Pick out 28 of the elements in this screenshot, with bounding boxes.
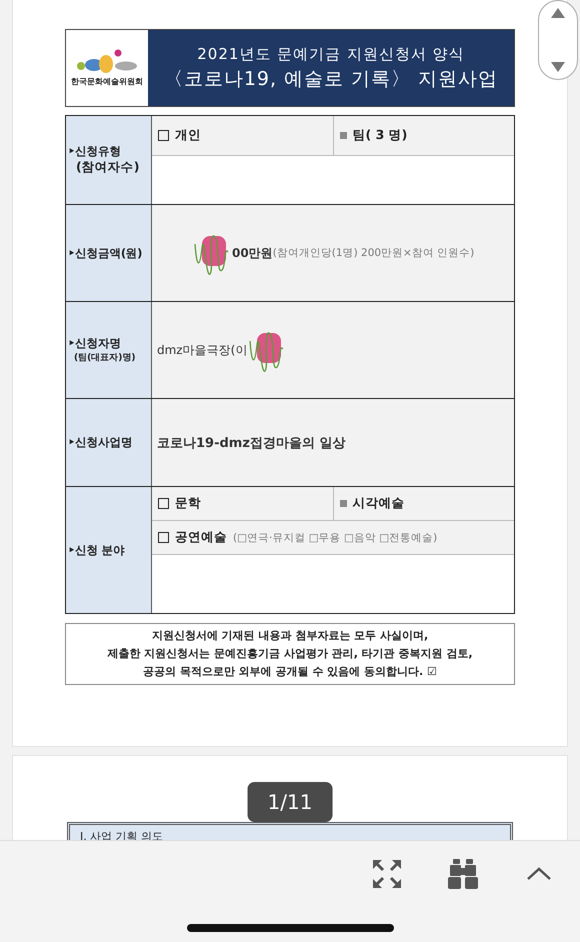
- field-label: ‣신청 분야: [68, 542, 126, 558]
- option-label: 공연예술: [175, 529, 227, 546]
- field-label: ‣신청자명: [68, 336, 122, 351]
- amount-value: 00만원: [232, 244, 273, 262]
- form-title: 〈코로나19, 예술로 기록〉 지원사업: [164, 66, 498, 92]
- applicant-name: dmz마을극장(이: [157, 342, 248, 358]
- option-label: 팀( 3 명): [352, 127, 408, 144]
- logo-text: 한국문화예술위원회: [71, 76, 143, 87]
- agreement-text: 공공의 목적으로만 외부에 공개될 수 있음에 동의합니다. ☑: [143, 664, 437, 680]
- project-name: 코로나19-dmz접경마을의 일상: [157, 434, 346, 452]
- agreement-text: 지원신청서에 기재된 내용과 첨부자료는 모두 사실이며,: [152, 628, 428, 644]
- field-label: ‣신청사업명: [68, 435, 134, 450]
- field-sublabel: (팀(대표자)명): [73, 352, 136, 364]
- field-label: ‣신청유형: [68, 144, 122, 159]
- option-label: 시각예술: [352, 495, 404, 512]
- field-sublabel: (참여자수): [75, 159, 140, 176]
- field-label: ‣신청금액(원): [68, 246, 143, 260]
- option-label: 개인: [175, 127, 201, 144]
- option-label: 문학: [175, 495, 201, 512]
- scroll-control[interactable]: [538, 0, 578, 80]
- dots-logo-icon: [76, 49, 138, 73]
- down-triangle-icon[interactable]: [550, 61, 566, 73]
- up-triangle-icon[interactable]: [550, 7, 566, 19]
- page-indicator: 1/11: [248, 782, 332, 822]
- agreement-text: 제출한 지원신청서는 문예진흥기금 사업평가 관리, 타기관 중복지원 검토,: [107, 646, 473, 662]
- amount-note: (참여개인당(1명) 200만원×참여 인원수): [272, 246, 474, 260]
- form-title: 2021년도 문예기금 지원신청서 양식: [197, 44, 465, 64]
- option-note: (□연극·뮤지컬 □무용 □음악 □전통예술): [233, 530, 438, 544]
